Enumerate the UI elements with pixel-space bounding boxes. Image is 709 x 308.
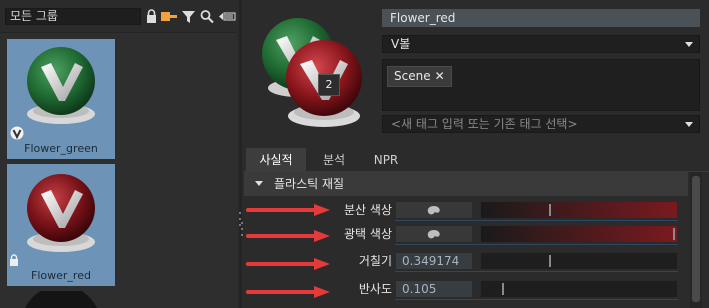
color-picker-button[interactable] [395, 225, 473, 243]
row-underline [395, 220, 678, 221]
tab-npr[interactable]: NPR [362, 148, 410, 172]
tab-realistic[interactable]: 사실적 [246, 148, 306, 172]
slider-handle[interactable] [549, 204, 551, 216]
tag-input-placeholder: <새 태그 입력 또는 기존 태그 선택> [391, 117, 578, 131]
material-preview-spheres [262, 18, 362, 127]
palette-icon [427, 230, 440, 239]
panel-splitter[interactable] [239, 0, 242, 308]
shader-type-value: V볼 [391, 37, 411, 51]
slider-handle[interactable] [673, 228, 675, 240]
color-slider-gloss[interactable] [480, 225, 678, 243]
lock-icon [10, 254, 18, 266]
close-icon[interactable]: ✕ [435, 69, 445, 83]
roughness-slider[interactable] [480, 252, 678, 270]
green-sphere-preview [27, 47, 95, 124]
asset-name: Flower_red [31, 269, 91, 282]
grip-dot [241, 222, 243, 224]
grip-dot [239, 224, 241, 226]
group-filter-field[interactable]: 모든 그룹 [5, 8, 141, 25]
preview-count-badge: 2 [318, 74, 340, 96]
section-title: 플라스틱 재질 [274, 177, 345, 191]
tag-icon[interactable] [161, 9, 178, 24]
asset-library-panel: 모든 그룹 Flower_green Flower_red [0, 0, 237, 308]
roughness-value-field[interactable]: 0.349174 [395, 252, 473, 270]
annotation-arrow [246, 258, 330, 270]
chevron-down-icon [685, 122, 693, 127]
asset-name: Flower_green [24, 142, 98, 155]
search-icon[interactable] [200, 9, 214, 24]
property-label: 반사도 [358, 282, 392, 296]
tag-label: Scene [394, 69, 431, 83]
grip-dot [241, 228, 243, 230]
scrollbar-thumb[interactable] [692, 176, 700, 302]
annotation-arrow [246, 286, 330, 298]
material-name-field[interactable]: Flower_red [382, 9, 700, 27]
asset-grid: Flower_green Flower_red [0, 33, 237, 308]
asset-thumb-flower-red[interactable]: Flower_red [7, 164, 115, 286]
property-label: 거칠기 [358, 254, 392, 268]
row-underline [395, 299, 678, 300]
tag-chip-scene[interactable]: Scene ✕ [387, 66, 452, 87]
tag-list: Scene ✕ [382, 59, 700, 111]
section-header-plastic-material[interactable]: 플라스틱 재질 [244, 172, 688, 196]
tag-input[interactable]: <새 태그 입력 또는 기존 태그 선택> [382, 115, 700, 133]
property-label: 광택 색상 [344, 227, 392, 241]
palette-icon [427, 206, 440, 215]
grip-dot [239, 212, 241, 214]
reflectivity-slider[interactable] [480, 280, 678, 298]
row-underline [395, 271, 678, 272]
annotation-arrow [246, 230, 330, 242]
red-sphere-preview [27, 174, 95, 252]
reflectivity-value-field[interactable]: 0.105 [395, 280, 473, 298]
filter-icon[interactable] [182, 9, 195, 24]
chevron-down-icon [685, 42, 693, 47]
color-picker-button[interactable] [395, 201, 473, 219]
properties-scrollbar[interactable] [690, 172, 702, 308]
grip-dot [241, 234, 243, 236]
tab-bar: 사실적 분석 NPR [244, 148, 709, 172]
tab-analysis[interactable]: 분석 [310, 148, 358, 172]
asset-toolbar: 모든 그룹 [0, 0, 237, 33]
next-asset-thumb-partial[interactable] [7, 291, 115, 308]
vector-icon [10, 126, 24, 140]
collapse-triangle-icon [255, 181, 263, 186]
property-label: 분산 색상 [344, 203, 392, 217]
material-preview: 2 [258, 8, 368, 141]
grip-dot [239, 218, 241, 220]
asset-thumb-flower-green[interactable]: Flower_green [7, 39, 115, 159]
annotation-arrow [246, 204, 330, 216]
color-slider-diffuse[interactable] [480, 201, 678, 219]
slider-handle[interactable] [502, 283, 504, 295]
lock-icon[interactable] [146, 9, 157, 24]
row-underline [395, 244, 678, 245]
slider-handle[interactable] [549, 255, 551, 267]
shader-type-select[interactable]: V볼 [382, 35, 700, 53]
size-slider-icon[interactable] [218, 9, 236, 24]
